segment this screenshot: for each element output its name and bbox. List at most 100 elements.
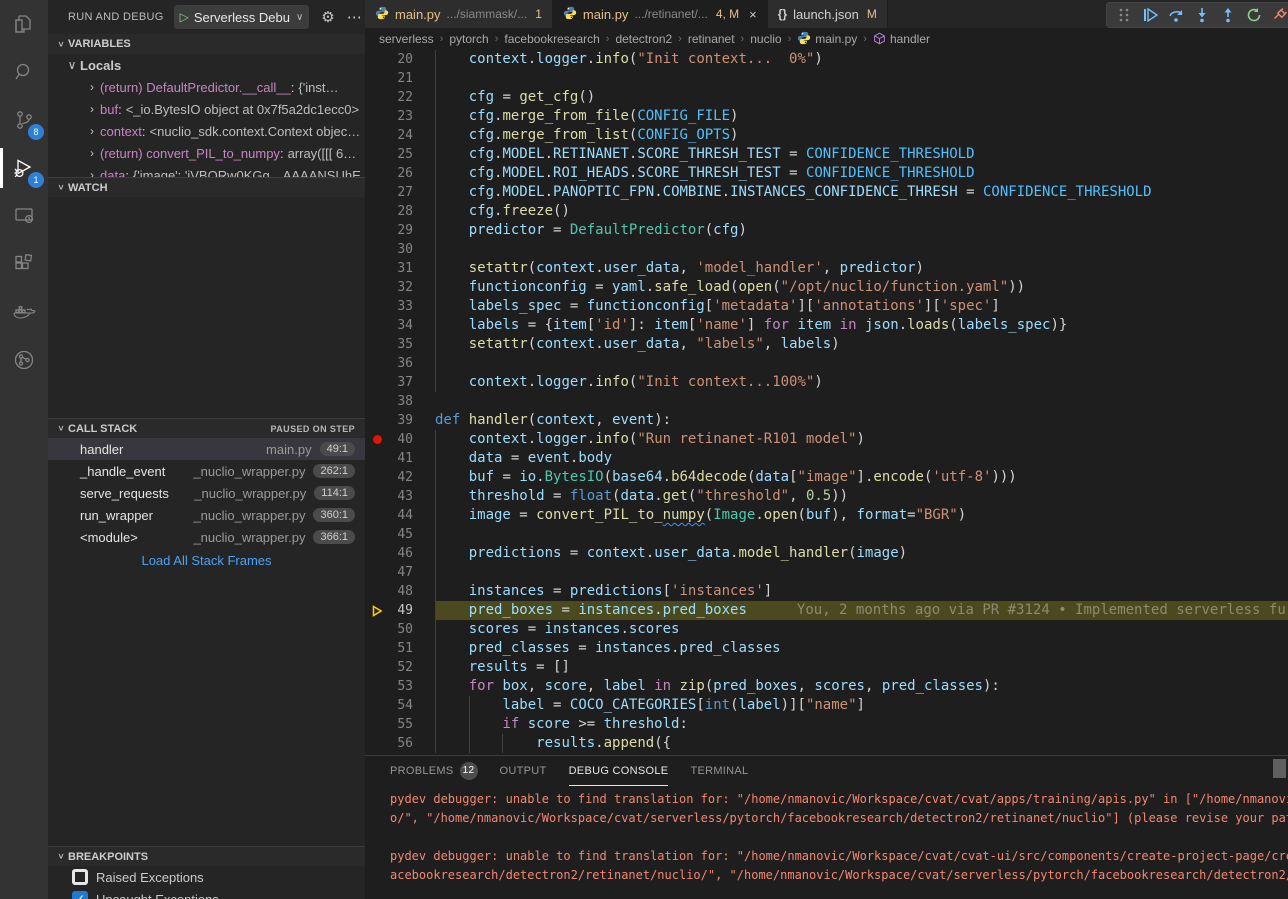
code-line[interactable]: 27 cfg.MODEL.PANOPTIC_FPN.COMBINE.INSTAN… bbox=[365, 183, 1288, 202]
editor-gutter[interactable]: 24 bbox=[365, 126, 435, 145]
variable-row[interactable]: ›buf:<_io.BytesIO object at 0x7f5a2dc1ec… bbox=[48, 98, 365, 120]
watch-header[interactable]: ∨ WATCH bbox=[48, 177, 365, 197]
code-line-text[interactable]: functionconfig = yaml.safe_load(open("/o… bbox=[435, 278, 1288, 297]
stack-frame-row[interactable]: serve_requests_nuclio_wrapper.py114:1 bbox=[48, 482, 365, 504]
start-debug-icon[interactable]: ▷ bbox=[180, 10, 189, 24]
editor-gutter[interactable]: 43 bbox=[365, 487, 435, 506]
twistie-icon[interactable]: › bbox=[84, 146, 100, 160]
code-line-text[interactable]: cfg.MODEL.PANOPTIC_FPN.COMBINE.INSTANCES… bbox=[435, 183, 1288, 202]
code-editor[interactable]: 20 context.logger.info("Init context... … bbox=[365, 50, 1288, 755]
panel-tab-output[interactable]: OUTPUT bbox=[500, 756, 547, 786]
code-line-text[interactable]: setattr(context.user_data, 'model_handle… bbox=[435, 259, 1288, 278]
code-line-text[interactable]: cfg = get_cfg() bbox=[435, 88, 1288, 107]
editor-gutter[interactable]: 34 bbox=[365, 316, 435, 335]
code-line[interactable]: 47 bbox=[365, 563, 1288, 582]
code-line[interactable]: 53 for box, score, label in zip(pred_box… bbox=[365, 677, 1288, 696]
variables-header[interactable]: ∨ VARIABLES bbox=[48, 34, 365, 54]
code-line-text[interactable]: predictor = DefaultPredictor(cfg) bbox=[435, 221, 1288, 240]
code-line[interactable]: 52 results = [] bbox=[365, 658, 1288, 677]
code-line-text[interactable]: results = [] bbox=[435, 658, 1288, 677]
panel-tab-problems[interactable]: PROBLEMS12 bbox=[390, 756, 478, 786]
editor-gutter[interactable]: 29 bbox=[365, 221, 435, 240]
docker-icon[interactable] bbox=[0, 288, 48, 336]
code-line-text[interactable] bbox=[435, 563, 1288, 582]
code-line-text[interactable]: cfg.merge_from_file(CONFIG_FILE) bbox=[435, 107, 1288, 126]
editor-gutter[interactable]: 45 bbox=[365, 525, 435, 544]
panel-tab-terminal[interactable]: TERMINAL bbox=[690, 756, 748, 786]
more-actions-icon[interactable]: ⋯ bbox=[347, 8, 362, 26]
code-line-text[interactable]: cfg.merge_from_list(CONFIG_OPTS) bbox=[435, 126, 1288, 145]
code-line-text[interactable]: labels_spec = functionconfig['metadata']… bbox=[435, 297, 1288, 316]
code-line[interactable]: 22 cfg = get_cfg() bbox=[365, 88, 1288, 107]
editor-gutter[interactable]: 28 bbox=[365, 202, 435, 221]
step-out-button[interactable] bbox=[1215, 3, 1241, 27]
scope-locals[interactable]: ∨ Locals bbox=[48, 54, 365, 76]
code-line[interactable]: 24 cfg.merge_from_list(CONFIG_OPTS) bbox=[365, 126, 1288, 145]
code-line[interactable]: 41 data = event.body bbox=[365, 449, 1288, 468]
code-line-text[interactable]: context.logger.info("Init context...100%… bbox=[435, 373, 1288, 392]
panel-tab-debug-console[interactable]: DEBUG CONSOLE bbox=[569, 756, 669, 786]
run-debug-icon[interactable]: 1 bbox=[0, 144, 48, 192]
code-line-text[interactable]: pred_boxes = instances.pred_boxesYou, 2 … bbox=[435, 601, 1288, 620]
code-line[interactable]: 45 bbox=[365, 525, 1288, 544]
code-line-text[interactable]: buf = io.BytesIO(base64.b64decode(data["… bbox=[435, 468, 1288, 487]
code-line-text[interactable] bbox=[435, 525, 1288, 544]
editor-gutter[interactable]: 36 bbox=[365, 354, 435, 373]
editor-gutter[interactable]: 37 bbox=[365, 373, 435, 392]
code-line[interactable]: 50 scores = instances.scores bbox=[365, 620, 1288, 639]
editor-gutter[interactable]: 47 bbox=[365, 563, 435, 582]
editor-gutter[interactable]: 54 bbox=[365, 696, 435, 715]
step-into-button[interactable] bbox=[1189, 3, 1215, 27]
explorer-icon[interactable] bbox=[0, 0, 48, 48]
code-line[interactable]: 37 context.logger.info("Init context...1… bbox=[365, 373, 1288, 392]
code-line[interactable]: 26 cfg.MODEL.ROI_HEADS.SCORE_THRESH_TEST… bbox=[365, 164, 1288, 183]
code-line[interactable]: 48 instances = predictions['instances'] bbox=[365, 582, 1288, 601]
code-line-text[interactable]: context.logger.info("Init context... 0%"… bbox=[435, 50, 1288, 69]
restart-button[interactable] bbox=[1241, 3, 1267, 27]
editor-gutter[interactable]: 42 bbox=[365, 468, 435, 487]
code-line[interactable]: 25 cfg.MODEL.RETINANET.SCORE_THRESH_TEST… bbox=[365, 145, 1288, 164]
code-line-text[interactable] bbox=[435, 354, 1288, 373]
code-line-text[interactable]: results.append({ bbox=[435, 734, 1288, 753]
breadcrumb-item[interactable]: nuclio bbox=[750, 32, 781, 46]
twistie-icon[interactable]: › bbox=[84, 102, 100, 116]
breakpoints-header[interactable]: ∨ BREAKPOINTS bbox=[48, 846, 365, 866]
code-line-text[interactable]: cfg.freeze() bbox=[435, 202, 1288, 221]
editor-gutter[interactable]: 32 bbox=[365, 278, 435, 297]
code-line[interactable]: 30 bbox=[365, 240, 1288, 259]
editor-gutter[interactable]: 20 bbox=[365, 50, 435, 69]
code-line[interactable]: 33 labels_spec = functionconfig['metadat… bbox=[365, 297, 1288, 316]
variable-row[interactable]: ›(return) convert_PIL_to_numpy:array([[[… bbox=[48, 142, 365, 164]
checkbox[interactable]: ✓ bbox=[72, 891, 88, 899]
code-line-text[interactable] bbox=[435, 69, 1288, 88]
code-line-text[interactable]: pred_classes = instances.pred_classes bbox=[435, 639, 1288, 658]
breadcrumb-item[interactable]: detectron2 bbox=[615, 32, 672, 46]
remote-explorer-icon[interactable] bbox=[0, 192, 48, 240]
variable-row[interactable]: ›data:{'image': 'iVBORw0KGg…AAAANSUhE… 5… bbox=[48, 164, 365, 177]
continue-button[interactable] bbox=[1137, 3, 1163, 27]
code-line-text[interactable]: if score >= threshold: bbox=[435, 715, 1288, 734]
breadcrumb-item[interactable]: facebookresearch bbox=[504, 32, 599, 46]
code-line[interactable]: 51 pred_classes = instances.pred_classes bbox=[365, 639, 1288, 658]
code-line[interactable]: 55 if score >= threshold: bbox=[365, 715, 1288, 734]
editor-tab[interactable]: main.py.../retinanet/...4, M× bbox=[553, 0, 768, 28]
code-line-text[interactable] bbox=[435, 392, 1288, 411]
editor-gutter[interactable]: 25 bbox=[365, 145, 435, 164]
editor-gutter[interactable]: 50 bbox=[365, 620, 435, 639]
code-line-text[interactable]: cfg.MODEL.RETINANET.SCORE_THRESH_TEST = … bbox=[435, 145, 1288, 164]
variable-row[interactable]: ›context:<nuclio_sdk.context.Context obj… bbox=[48, 120, 365, 142]
editor-gutter[interactable]: 52 bbox=[365, 658, 435, 677]
editor-gutter[interactable]: 48 bbox=[365, 582, 435, 601]
code-line[interactable]: 21 bbox=[365, 69, 1288, 88]
twistie-icon[interactable]: › bbox=[84, 124, 100, 138]
code-line[interactable]: 20 context.logger.info("Init context... … bbox=[365, 50, 1288, 69]
code-line[interactable]: 56 results.append({ bbox=[365, 734, 1288, 753]
twistie-icon[interactable]: › bbox=[84, 168, 100, 177]
extensions-icon[interactable] bbox=[0, 240, 48, 288]
breakpoint-icon[interactable] bbox=[370, 430, 384, 449]
editor-tab[interactable]: main.py.../siammask/...1 bbox=[365, 0, 553, 28]
git-graph-icon[interactable] bbox=[0, 336, 48, 384]
code-line-text[interactable]: label = COCO_CATEGORIES[int(label)]["nam… bbox=[435, 696, 1288, 715]
code-line[interactable]: 42 buf = io.BytesIO(base64.b64decode(dat… bbox=[365, 468, 1288, 487]
load-all-stack-frames-link[interactable]: Load All Stack Frames bbox=[48, 553, 365, 568]
